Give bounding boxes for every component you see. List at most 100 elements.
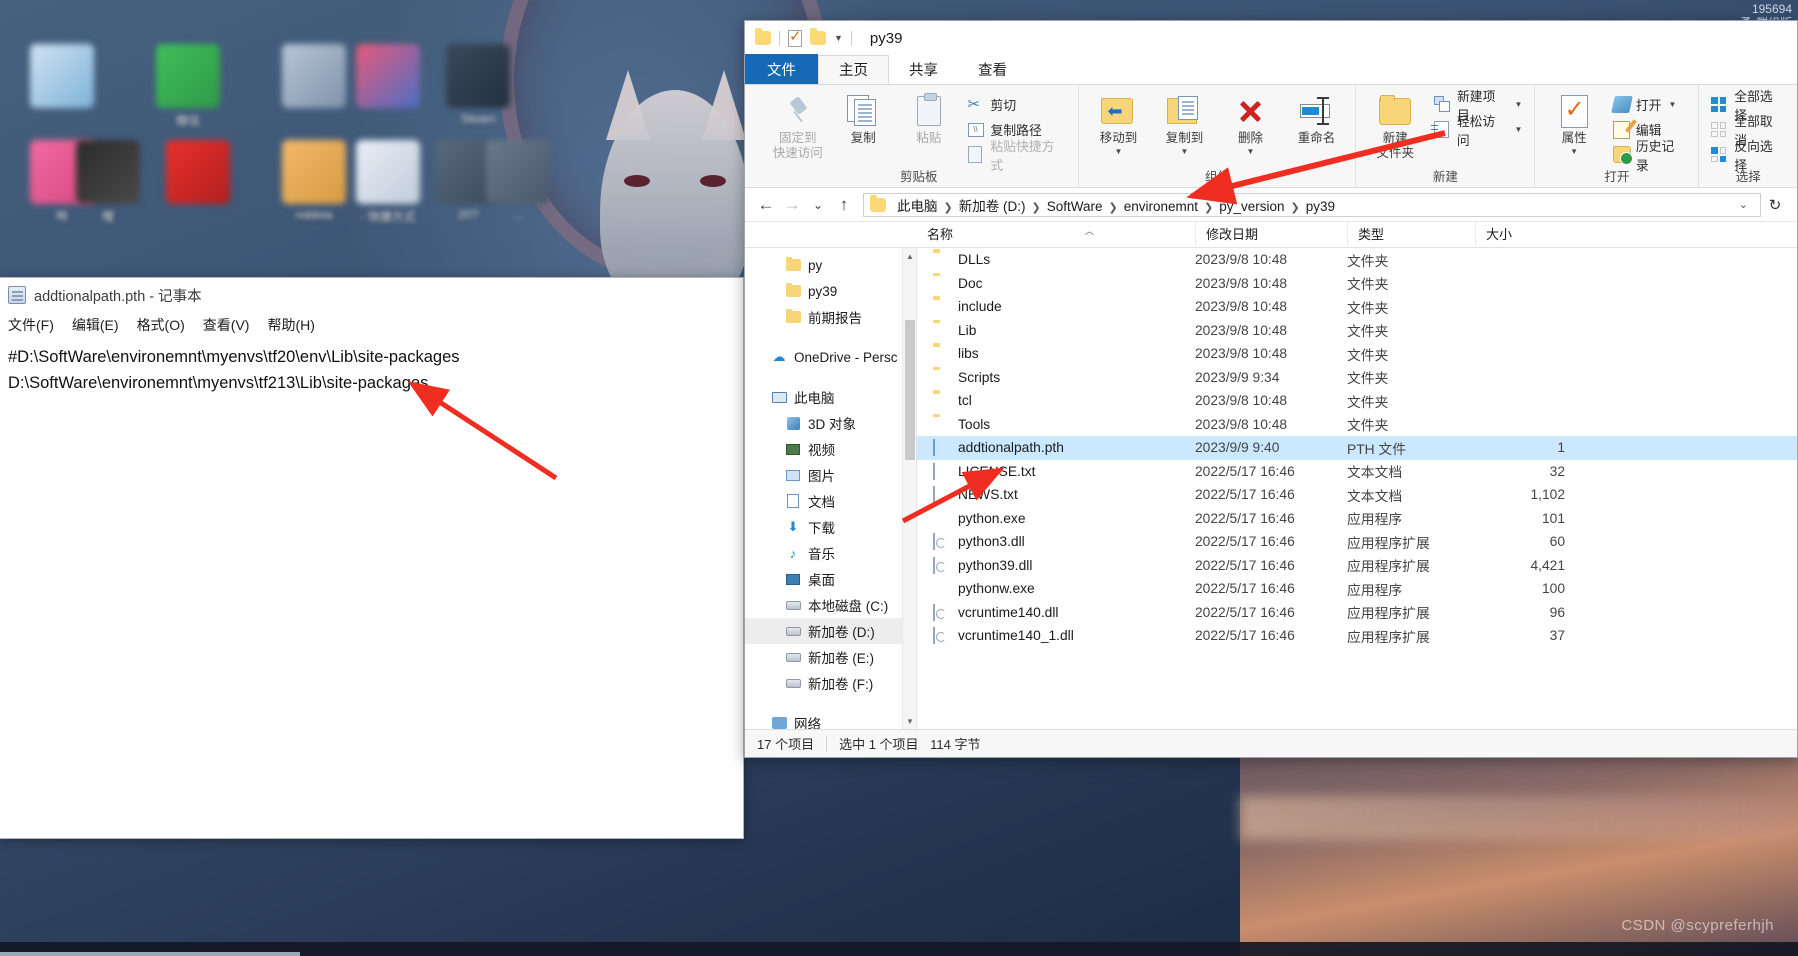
breadcrumb-item[interactable]: py39 bbox=[1301, 197, 1340, 216]
desktop-icon[interactable]: Steam bbox=[430, 44, 526, 126]
column-header-1[interactable]: 修改日期 bbox=[1195, 221, 1347, 248]
breadcrumb-item[interactable]: py_version bbox=[1214, 197, 1289, 216]
desktop-icon[interactable]: 微信 bbox=[140, 44, 236, 129]
table-row[interactable]: python39.dll 2022/5/17 16:46 应用程序扩展 4,421 bbox=[917, 554, 1797, 578]
quick-access-new-folder-icon[interactable] bbox=[810, 28, 826, 45]
file-explorer-window[interactable]: ▼ py39 文件主页共享查看 固定到 快速访问复制粘贴✂剪切\\复制路径粘贴快… bbox=[744, 20, 1798, 758]
ribbon-button-pin[interactable]: 固定到 快速访问 bbox=[767, 91, 829, 161]
desktop-icon[interactable] bbox=[340, 44, 436, 112]
breadcrumb-item[interactable]: environemnt bbox=[1119, 197, 1203, 216]
notepad-menu-item[interactable]: 编辑(E) bbox=[72, 315, 119, 335]
tab-ribbon-1[interactable]: 主页 bbox=[818, 55, 889, 84]
nav-item-下载[interactable]: ⬇ 下载 bbox=[745, 514, 916, 540]
notepad-window[interactable]: addtionalpath.pth - 记事本 文件(F) 编辑(E) 格式(O) 查… bbox=[0, 277, 744, 839]
table-row[interactable]: LICENSE.txt 2022/5/17 16:46 文本文档 32 bbox=[917, 460, 1797, 484]
nav-item-文档[interactable]: 文档 bbox=[745, 488, 916, 514]
taskbar[interactable] bbox=[0, 942, 1798, 956]
address-dropdown-icon[interactable]: ⌄ bbox=[1731, 198, 1756, 211]
ribbon-small-button-scissors[interactable]: ✂ 剪切 bbox=[964, 93, 1071, 116]
breadcrumb-item[interactable]: SoftWare bbox=[1042, 197, 1108, 216]
table-row[interactable]: vcruntime140.dll 2022/5/17 16:46 应用程序扩展 96 bbox=[917, 601, 1797, 625]
scrollbar-thumb[interactable] bbox=[905, 320, 915, 460]
nav-item-视频[interactable]: 视频 bbox=[745, 436, 916, 462]
chevron-down-icon[interactable]: ▼ bbox=[1247, 148, 1255, 156]
ribbon-button-delete[interactable]: 删除 ▼ bbox=[1219, 91, 1281, 156]
table-row[interactable]: python.exe 2022/5/17 16:46 应用程序 101 bbox=[917, 507, 1797, 531]
notepad-menu-item[interactable]: 查看(V) bbox=[203, 315, 250, 335]
chevron-down-icon[interactable]: ▼ bbox=[1115, 148, 1123, 156]
chevron-down-icon[interactable]: ▼ bbox=[1668, 100, 1676, 109]
table-row[interactable]: vcruntime140_1.dll 2022/5/17 16:46 应用程序扩展 3… bbox=[917, 624, 1797, 648]
notepad-text-area[interactable]: #D:\SoftWare\environemnt\myenvs\tf20\env… bbox=[0, 338, 743, 838]
up-button[interactable]: ↑ bbox=[831, 192, 857, 218]
explorer-address-bar[interactable]: ← → ⌄ ↑ 此电脑 ❯ 新加卷 (D:) ❯ SoftWare ❯ environemn… bbox=[745, 188, 1797, 222]
nav-item-图片[interactable]: 图片 bbox=[745, 462, 916, 488]
ribbon-button-copy[interactable]: 复制 bbox=[833, 91, 895, 146]
nav-item-新加卷 (D:)[interactable]: 新加卷 (D:) bbox=[745, 618, 916, 644]
tab-ribbon-3[interactable]: 查看 bbox=[958, 55, 1027, 84]
quick-access-folder-icon[interactable] bbox=[755, 28, 771, 45]
ribbon-small-button-invert-selection[interactable]: 反向选择 bbox=[1707, 139, 1789, 173]
chevron-down-icon[interactable]: ▼ bbox=[1514, 100, 1522, 109]
column-header-0[interactable]: 名称 bbox=[917, 222, 1195, 248]
breadcrumb-separator-icon[interactable]: ❯ bbox=[1290, 202, 1301, 214]
nav-item-音乐[interactable]: ♪ 音乐 bbox=[745, 540, 916, 566]
table-row[interactable]: pythonw.exe 2022/5/17 16:46 应用程序 100 bbox=[917, 577, 1797, 601]
nav-item-OneDrive - Persc[interactable]: ☁ OneDrive - Persc bbox=[745, 344, 916, 370]
explorer-ribbon[interactable]: 固定到 快速访问 复制 粘贴 ✂ 剪切 \\ 复制路径 粘贴快捷方式 剪贴板 ⬅ 移动到 ▼ 复制到 ▼ 删… bbox=[745, 85, 1797, 188]
nav-item-py39[interactable]: py39 bbox=[745, 278, 916, 304]
nav-item-桌面[interactable]: 桌面 bbox=[745, 566, 916, 592]
table-row[interactable]: Scripts 2023/9/9 9:34 文件夹 bbox=[917, 366, 1797, 390]
breadcrumb-item[interactable]: 新加卷 (D:) bbox=[954, 197, 1031, 216]
address-breadcrumb-box[interactable]: 此电脑 ❯ 新加卷 (D:) ❯ SoftWare ❯ environemnt ❯ py_ver… bbox=[863, 192, 1761, 217]
notepad-menu-item[interactable]: 文件(F) bbox=[8, 315, 54, 335]
chevron-down-icon[interactable]: ▼ bbox=[834, 33, 843, 43]
ribbon-button-move-to[interactable]: ⬅ 移动到 ▼ bbox=[1087, 91, 1149, 156]
navigation-pane-list[interactable]: py py39 前期报告 ☁ OneDrive - Persc 此电脑 3D 对象 视频 图片文… bbox=[745, 252, 916, 729]
table-row[interactable]: addtionalpath.pth 2023/9/9 9:40 PTH 文件 1 bbox=[917, 436, 1797, 460]
scroll-up-arrow-icon[interactable]: ▲ bbox=[903, 248, 916, 264]
ribbon-small-button-history[interactable]: 历史记录 bbox=[1609, 139, 1691, 173]
nav-item-前期报告[interactable]: 前期报告 bbox=[745, 304, 916, 330]
tab-file[interactable]: 文件 bbox=[745, 54, 818, 84]
table-row[interactable]: include 2023/9/8 10:48 文件夹 bbox=[917, 295, 1797, 319]
back-button[interactable]: ← bbox=[753, 192, 779, 218]
tab-ribbon-2[interactable]: 共享 bbox=[889, 55, 958, 84]
notepad-menu-item[interactable]: 格式(O) bbox=[137, 315, 185, 335]
breadcrumb-separator-icon[interactable]: ❯ bbox=[943, 202, 954, 214]
recent-locations-button[interactable]: ⌄ bbox=[805, 192, 831, 218]
column-header-2[interactable]: 类型 bbox=[1347, 221, 1475, 248]
ribbon-small-button-open[interactable]: 打开 ▼ bbox=[1609, 93, 1691, 116]
chevron-down-icon[interactable]: ▼ bbox=[1570, 148, 1578, 156]
breadcrumb-separator-icon[interactable]: ❯ bbox=[1030, 202, 1041, 214]
explorer-ribbon-tabs[interactable]: 文件 主页 共享 查看 bbox=[745, 54, 1797, 85]
file-list-column-headers[interactable]: 名称 修改日期 类型 大小 ︿ bbox=[745, 221, 1797, 248]
navigation-pane-scrollbar[interactable]: ▲ ▼ bbox=[902, 248, 916, 729]
nav-item-此电脑[interactable]: 此电脑 bbox=[745, 384, 916, 410]
scroll-down-arrow-icon[interactable]: ▼ bbox=[903, 713, 916, 729]
ribbon-button-properties[interactable]: 属性 ▼ bbox=[1543, 91, 1605, 156]
ribbon-button-copy-to[interactable]: 复制到 ▼ bbox=[1153, 91, 1215, 156]
table-row[interactable]: Lib 2023/9/8 10:48 文件夹 bbox=[917, 319, 1797, 343]
table-row[interactable]: DLLs 2023/9/8 10:48 文件夹 bbox=[917, 248, 1797, 272]
refresh-button[interactable]: ↻ bbox=[1761, 193, 1789, 217]
notepad-menu-item[interactable]: 帮助(H) bbox=[267, 315, 314, 335]
table-row[interactable]: python3.dll 2022/5/17 16:46 应用程序扩展 60 bbox=[917, 530, 1797, 554]
table-row[interactable]: Doc 2023/9/8 10:48 文件夹 bbox=[917, 272, 1797, 296]
desktop-icon[interactable] bbox=[14, 44, 110, 112]
quick-access-properties-icon[interactable] bbox=[788, 27, 802, 47]
nav-item-3D 对象[interactable]: 3D 对象 bbox=[745, 410, 916, 436]
nav-item-本地磁盘 (C:)[interactable]: 本地磁盘 (C:) bbox=[745, 592, 916, 618]
table-row[interactable]: tcl 2023/9/8 10:48 文件夹 bbox=[917, 389, 1797, 413]
ribbon-small-button-paste-shortcut[interactable]: 粘贴快捷方式 bbox=[964, 139, 1071, 173]
desktop-icon[interactable]: ... bbox=[470, 140, 566, 222]
ribbon-small-button-easy-access[interactable]: 轻松访问 ▼ bbox=[1430, 114, 1526, 148]
desktop-icon[interactable] bbox=[150, 140, 246, 208]
nav-item-py[interactable]: py bbox=[745, 252, 916, 278]
ribbon-button-new-folder[interactable]: 新建 文件夹 bbox=[1364, 91, 1426, 161]
desktop-icon[interactable]: 哩 bbox=[60, 140, 156, 225]
ribbon-button-rename[interactable]: 重命名 bbox=[1285, 91, 1347, 146]
table-row[interactable]: NEWS.txt 2022/5/17 16:46 文本文档 1,102 bbox=[917, 483, 1797, 507]
chevron-down-icon[interactable]: ▼ bbox=[1514, 125, 1522, 134]
breadcrumb-separator-icon[interactable]: ❯ bbox=[1107, 202, 1118, 214]
